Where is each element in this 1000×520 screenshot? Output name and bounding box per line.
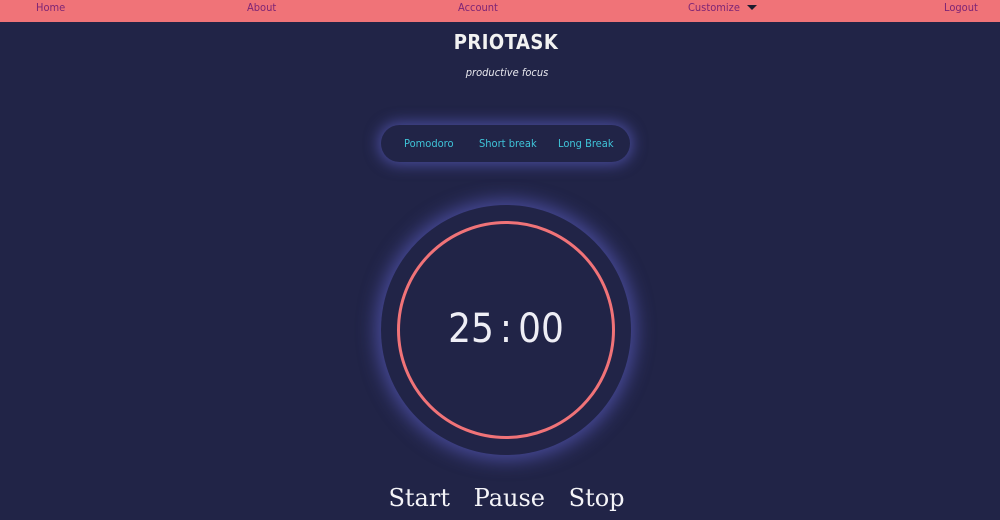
stop-button[interactable]: Stop — [569, 484, 625, 512]
mode-pomodoro-button[interactable]: Pomodoro — [404, 125, 454, 162]
nav-customize-label: Customize — [688, 1, 740, 14]
start-button[interactable]: Start — [388, 484, 450, 512]
timer-separator: : — [499, 306, 513, 352]
mode-long-break-button[interactable]: Long Break — [558, 125, 614, 162]
timer-display: 25:00 — [381, 205, 631, 455]
nav-logout-link[interactable]: Logout — [944, 0, 978, 16]
pause-button[interactable]: Pause — [474, 484, 545, 512]
top-navbar: Home About Account Customize Logout — [0, 0, 1000, 22]
app-title: PRIOTASK — [453, 30, 559, 54]
timer-dial: 25:00 — [381, 205, 631, 455]
timer-mode-selector: Pomodoro Short break Long Break — [381, 125, 630, 162]
nav-customize-dropdown[interactable]: Customize — [688, 0, 757, 16]
mode-short-break-button[interactable]: Short break — [479, 125, 537, 162]
timer-seconds: 00 — [518, 306, 564, 352]
caret-down-icon — [746, 5, 757, 10]
nav-about-link[interactable]: About — [247, 0, 276, 16]
timer-controls: Start Pause Stop — [0, 484, 1000, 512]
nav-home-link[interactable]: Home — [36, 0, 65, 16]
timer-minutes: 25 — [448, 306, 494, 352]
nav-account-link[interactable]: Account — [458, 0, 498, 16]
app-tagline: productive focus — [465, 66, 549, 79]
